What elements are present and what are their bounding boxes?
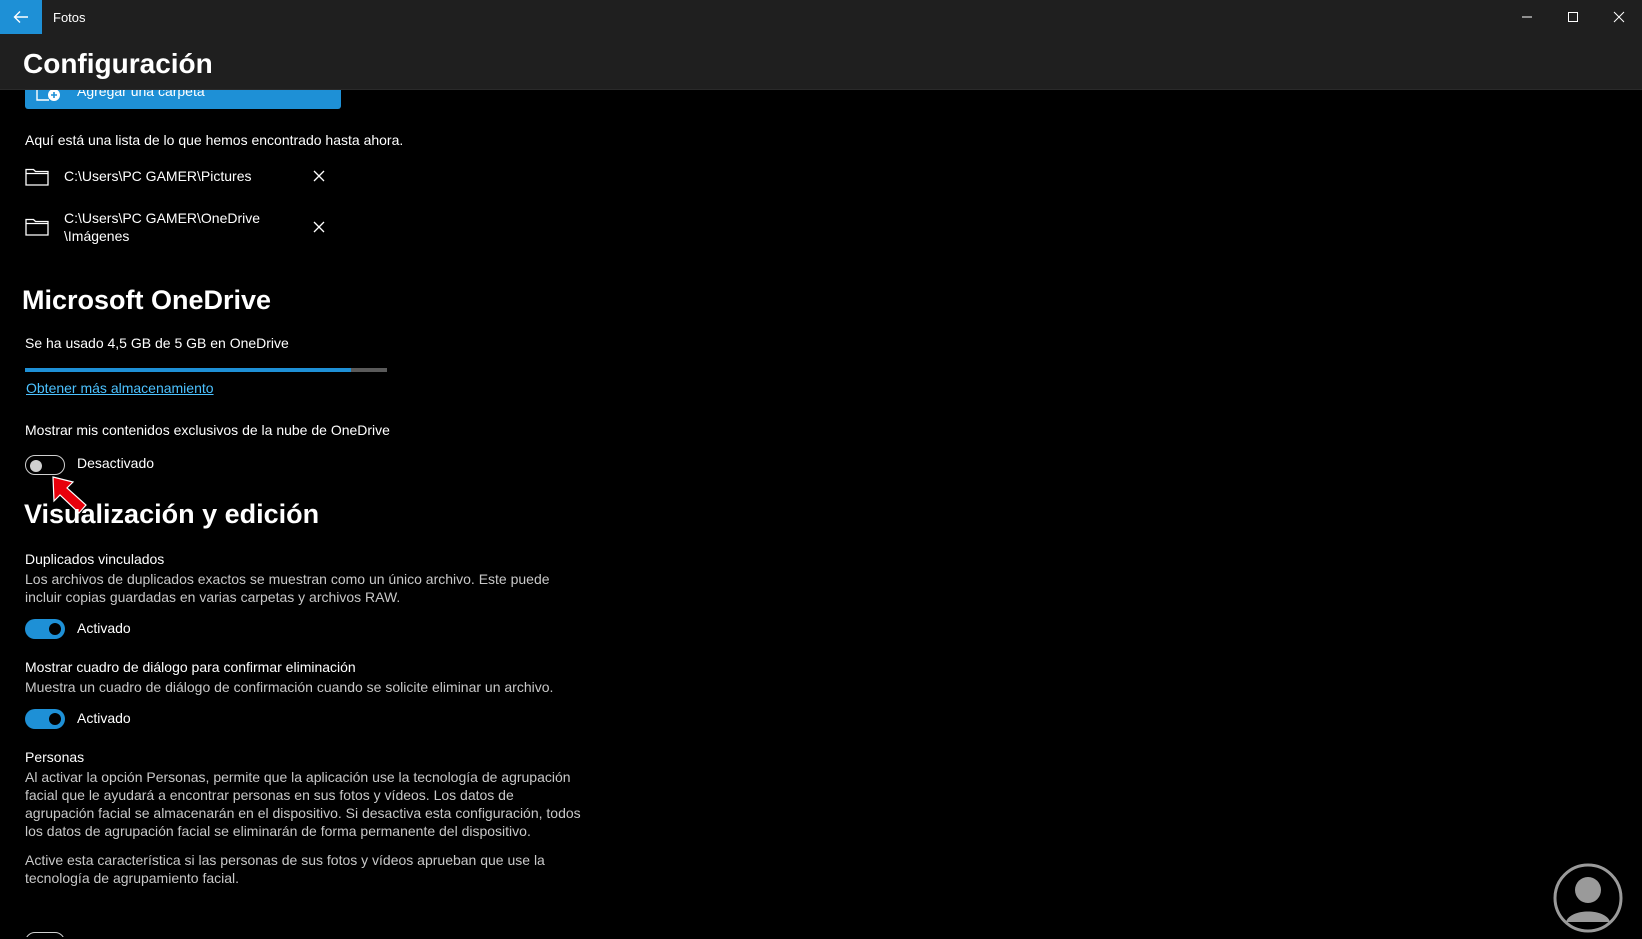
- viewing-section-title: Visualización y edición: [24, 499, 320, 529]
- folder-icon: [25, 168, 49, 186]
- confirm-delete-toggle[interactable]: [25, 709, 65, 729]
- folder-path-line1: C:\Users\PC GAMER\OneDrive: [64, 210, 261, 226]
- folder-path: C:\Users\PC GAMER\Pictures: [64, 168, 252, 184]
- add-folder-button[interactable]: Agregar una carpeta: [25, 90, 341, 109]
- close-icon: [313, 170, 325, 182]
- people-desc-1: Al activar la opción Personas, permite q…: [25, 769, 571, 785]
- page-title: Configuración: [23, 48, 213, 79]
- minimize-icon: [1522, 16, 1532, 18]
- people-note-2: tecnología de agrupamiento facial.: [25, 870, 240, 886]
- folder-icon: [25, 218, 49, 236]
- confirm-delete-desc: Muestra un cuadro de diálogo de confirma…: [25, 679, 554, 695]
- cloud-content-state: Desactivado: [77, 455, 155, 471]
- add-folder-icon: [36, 90, 60, 101]
- add-folder-label: Agregar una carpeta: [77, 90, 205, 99]
- minimize-button[interactable]: [1504, 0, 1550, 34]
- confirm-delete-label: Mostrar cuadro de diálogo para confirmar…: [25, 659, 356, 675]
- maximize-icon: [1568, 12, 1578, 22]
- onedrive-usage-text: Se ha usado 4,5 GB de 5 GB en OneDrive: [25, 335, 289, 351]
- close-window-button[interactable]: [1596, 0, 1642, 34]
- maximize-button[interactable]: [1550, 0, 1596, 34]
- onedrive-usage-bar: [25, 368, 387, 372]
- cloud-content-toggle[interactable]: [25, 455, 65, 475]
- linked-duplicates-desc-1: Los archivos de duplicados exactos se mu…: [25, 571, 550, 587]
- solvetic-watermark: [1552, 862, 1624, 934]
- linked-duplicates-desc-2: incluir copias guardadas en varias carpe…: [25, 589, 401, 605]
- onedrive-usage-fill: [25, 368, 351, 372]
- toggle-knob: [49, 623, 61, 635]
- cloud-content-label: Mostrar mis contenidos exclusivos de la …: [25, 422, 390, 438]
- linked-duplicates-state: Activado: [77, 620, 131, 636]
- settings-content[interactable]: Agregar una carpeta Aquí está una lista …: [0, 90, 1642, 937]
- remove-folder-button[interactable]: [310, 167, 328, 185]
- back-arrow-icon: [13, 11, 28, 23]
- linked-duplicates-label: Duplicados vinculados: [25, 551, 165, 567]
- get-more-storage-link[interactable]: Obtener más almacenamiento: [26, 380, 214, 396]
- people-desc-2: facial que le ayudará a encontrar person…: [25, 787, 514, 803]
- confirm-delete-state: Activado: [77, 710, 131, 726]
- watermark-logo-icon: [1553, 863, 1623, 933]
- people-desc-4: los datos de agrupación facial se elimin…: [25, 823, 531, 839]
- app-title: Fotos: [53, 10, 86, 25]
- onedrive-section-title: Microsoft OneDrive: [22, 285, 272, 315]
- close-icon: [1613, 11, 1625, 23]
- folders-intro: Aquí está una lista de lo que hemos enco…: [25, 132, 404, 148]
- toggle-knob: [49, 713, 61, 725]
- title-bar: Fotos: [0, 0, 1642, 34]
- people-label: Personas: [25, 749, 85, 765]
- folder-path-line2: \Imágenes: [64, 228, 130, 244]
- people-toggle[interactable]: [25, 932, 65, 937]
- back-button[interactable]: [0, 0, 42, 34]
- remove-folder-button[interactable]: [310, 218, 328, 236]
- page-header: Configuración: [0, 34, 1642, 90]
- toggle-knob: [30, 460, 42, 472]
- close-icon: [313, 221, 325, 233]
- people-desc-3: agrupación facial se almacenarán en el d…: [25, 805, 581, 821]
- linked-duplicates-toggle[interactable]: [25, 619, 65, 639]
- people-note-1: Active esta característica si las person…: [25, 852, 545, 868]
